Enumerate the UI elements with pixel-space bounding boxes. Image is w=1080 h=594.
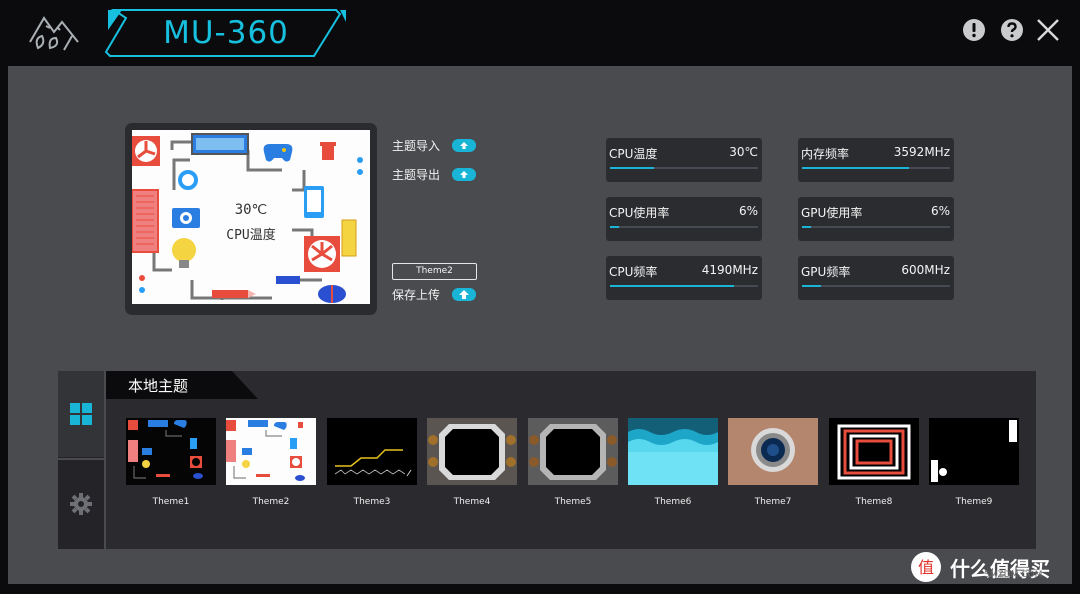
theme2-preview <box>226 418 316 485</box>
stat-label: CPU使用率 <box>609 206 670 220</box>
grid-icon <box>70 403 92 425</box>
export-theme-label: 主题导出 <box>392 168 441 182</box>
close-icon[interactable] <box>1036 18 1060 42</box>
preview-temp-value: 30℃ <box>234 202 268 218</box>
save-upload-button[interactable]: 保存上传 <box>392 286 440 303</box>
theme-label: Theme5 <box>554 497 592 507</box>
theme-thumb-6[interactable] <box>628 418 718 485</box>
theme-preview: 30℃ CPU温度 <box>125 123 377 315</box>
theme1-preview <box>126 418 216 485</box>
tab-themes[interactable] <box>58 371 104 457</box>
watermark-logo-icon: 值 <box>911 552 941 582</box>
stat-track <box>802 285 950 287</box>
watermark-subtext: SMZDM.COM <box>984 570 1043 580</box>
stat-value: 6% <box>738 204 758 218</box>
library-header: 本地主题 <box>128 377 189 395</box>
stat-label: 内存频率 <box>801 147 850 161</box>
theme-thumb-2[interactable] <box>226 418 316 485</box>
theme-label: Theme4 <box>453 497 491 507</box>
stat-value: 3592MHz <box>893 145 950 159</box>
save-upload-icon[interactable] <box>452 288 476 301</box>
stat-label: GPU使用率 <box>801 206 863 220</box>
theme-thumb-7[interactable] <box>728 418 818 485</box>
app-title: MU-360 <box>163 15 289 51</box>
export-theme-button[interactable]: 主题导出 <box>392 166 440 183</box>
save-upload-label: 保存上传 <box>392 288 441 302</box>
import-theme-button[interactable]: 主题导入 <box>392 137 440 154</box>
upload-icon[interactable] <box>452 139 476 152</box>
stat-track <box>610 285 758 287</box>
stat-card: CPU使用率 6% <box>606 197 762 241</box>
gear-icon <box>70 493 92 515</box>
stat-label: GPU频率 <box>801 265 851 279</box>
theme4-preview <box>427 418 517 485</box>
stat-label: CPU温度 <box>609 147 658 161</box>
theme9-preview <box>929 418 1019 485</box>
import-theme-label: 主题导入 <box>392 139 441 153</box>
stat-label: CPU频率 <box>609 265 658 279</box>
theme-thumb-3[interactable] <box>327 418 417 485</box>
stat-card: GPU频率 600MHz <box>798 256 954 300</box>
stat-track <box>802 167 950 169</box>
stat-fill <box>610 167 655 169</box>
stat-track <box>802 226 950 228</box>
theme-label: Theme7 <box>754 497 792 507</box>
stat-card: CPU频率 4190MHz <box>606 256 762 300</box>
stat-fill <box>802 167 909 169</box>
stat-track <box>610 167 758 169</box>
theme7-preview <box>728 418 818 485</box>
stat-value: 30℃ <box>729 145 758 159</box>
info-icon[interactable] <box>962 18 986 42</box>
theme-thumb-9[interactable] <box>929 418 1019 485</box>
stat-value: 600MHz <box>901 263 950 277</box>
theme-label: Theme9 <box>955 497 993 507</box>
theme-label: Theme2 <box>252 497 290 507</box>
help-icon[interactable] <box>1000 18 1024 42</box>
stat-card: CPU温度 30℃ <box>606 138 762 182</box>
theme5-preview <box>528 418 618 485</box>
stat-fill <box>610 285 735 287</box>
stat-fill <box>802 226 811 228</box>
app-logo-icon <box>29 16 79 51</box>
title-bar: MU-360 <box>0 0 1080 64</box>
theme-label: Theme3 <box>353 497 391 507</box>
library-sidebar <box>58 371 104 549</box>
stat-card: GPU使用率 6% <box>798 197 954 241</box>
preview-temp-label: CPU温度 <box>226 228 276 243</box>
svg-text:值: 值 <box>918 558 934 577</box>
theme-label: Theme8 <box>855 497 893 507</box>
theme6-preview <box>628 418 718 485</box>
stat-card: 内存频率 3592MHz <box>798 138 954 182</box>
theme-thumb-4[interactable] <box>427 418 517 485</box>
theme-library: 本地主题 Theme1 Theme2 Theme3 Theme4 Theme5 … <box>58 371 1036 549</box>
download-icon[interactable] <box>452 168 476 181</box>
theme-thumb-1[interactable] <box>126 418 216 485</box>
theme-label: Theme1 <box>152 497 190 507</box>
stat-fill <box>802 285 822 287</box>
theme-name-field[interactable]: Theme2 <box>392 263 477 280</box>
theme3-preview <box>327 418 417 485</box>
theme-label: Theme6 <box>654 497 692 507</box>
theme-thumb-5[interactable] <box>528 418 618 485</box>
theme8-preview <box>829 418 919 485</box>
preview-screen: 30℃ CPU温度 <box>132 130 370 304</box>
tab-settings[interactable] <box>58 460 104 546</box>
stat-value: 4190MHz <box>701 263 758 277</box>
stat-fill <box>610 226 619 228</box>
theme-thumb-8[interactable] <box>829 418 919 485</box>
stat-track <box>610 226 758 228</box>
stat-value: 6% <box>930 204 950 218</box>
